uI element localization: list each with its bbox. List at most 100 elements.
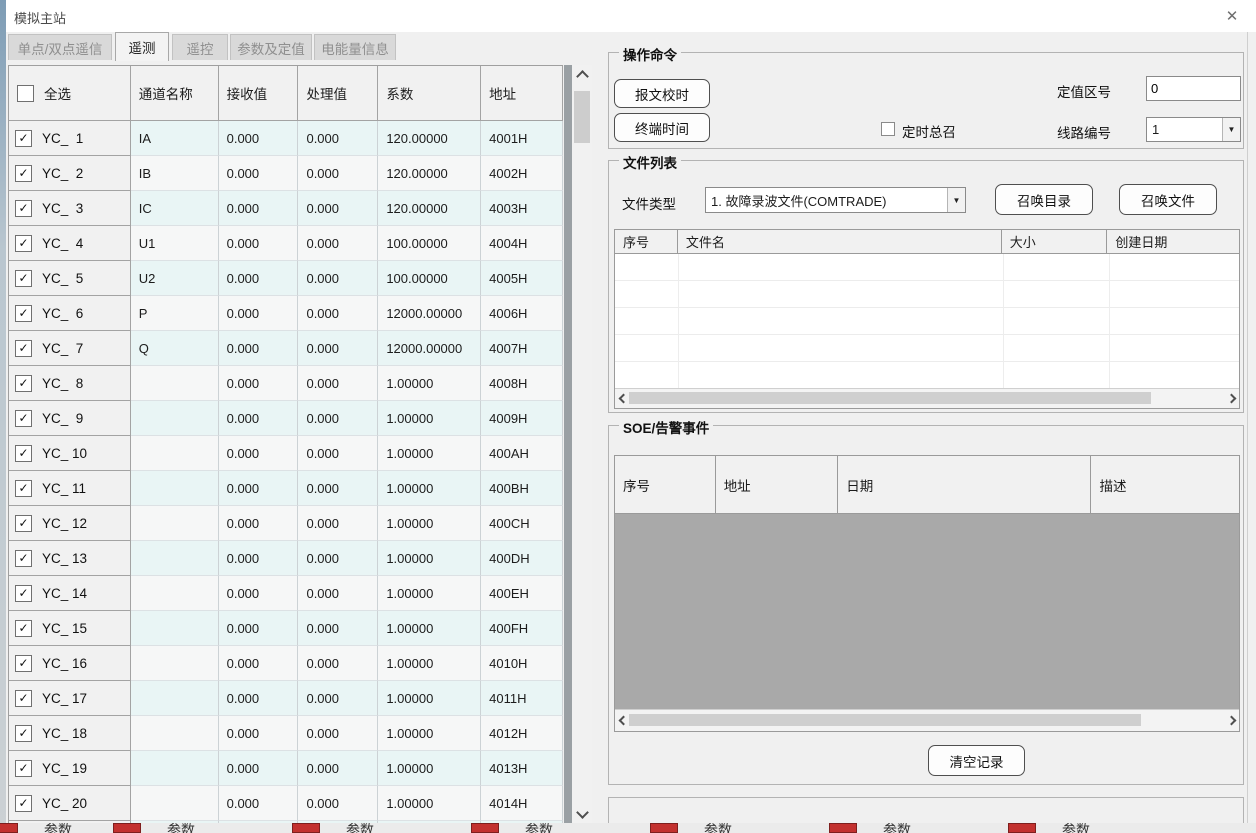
cell-coefficient: 12000.00000 xyxy=(378,296,481,331)
row-select-cell: ✓YC_ 13 xyxy=(9,541,131,576)
tab-single-double-yx[interactable]: 单点/双点遥信 xyxy=(8,34,112,60)
row-label: YC_ 19 xyxy=(42,761,87,776)
hscrollbar-thumb[interactable] xyxy=(629,392,1151,404)
vertical-scrollbar[interactable] xyxy=(572,65,592,823)
fixed-zone-input[interactable] xyxy=(1146,76,1241,101)
row-select-cell: ✓YC_ 7 xyxy=(9,331,131,366)
cell-processed-value: 0.000 xyxy=(298,156,378,191)
cell-received-value: 0.000 xyxy=(219,331,299,366)
cell-processed-value: 0.000 xyxy=(298,576,378,611)
file-type-select[interactable]: 1. 故障录波文件(COMTRADE) ▼ xyxy=(705,187,966,213)
row-label: YC_ 8 xyxy=(42,376,83,391)
telemetry-table-header: 全选 通道名称 接收值 处理值 系数 地址 xyxy=(9,66,563,121)
row-checkbox[interactable]: ✓ xyxy=(15,515,32,532)
call-file-button[interactable]: 召唤文件 xyxy=(1119,184,1217,215)
tab-params-setpoints[interactable]: 参数及定值 xyxy=(230,34,312,60)
call-directory-button[interactable]: 召唤目录 xyxy=(995,184,1093,215)
file-table-body xyxy=(615,254,1239,388)
hscrollbar-thumb[interactable] xyxy=(629,714,1141,726)
scroll-right-icon[interactable] xyxy=(1223,710,1239,731)
table-row: ✓YC_ 140.0000.0001.00000400EH xyxy=(9,576,563,611)
cell-address: 400CH xyxy=(481,506,563,541)
tab-remote-control[interactable]: 遥控 xyxy=(172,34,228,60)
cell-channel-name: P xyxy=(131,296,219,331)
soe-table-hscrollbar[interactable] xyxy=(615,709,1239,731)
window-right-edge xyxy=(1247,32,1248,823)
row-label: YC_ 15 xyxy=(42,621,87,636)
tab-energy-info[interactable]: 电能量信息 xyxy=(314,34,396,60)
row-checkbox[interactable]: ✓ xyxy=(15,480,32,497)
cell-processed-value: 0.000 xyxy=(298,401,378,436)
table-row: ✓YC_ 4U10.0000.000100.000004004H xyxy=(9,226,563,261)
scroll-up-icon[interactable] xyxy=(572,65,592,87)
cell-address: 4006H xyxy=(481,296,563,331)
table-row: ✓YC_ 160.0000.0001.000004010H xyxy=(9,646,563,681)
file-table-header: 序号 文件名 大小 创建日期 xyxy=(615,230,1239,254)
terminal-time-button[interactable]: 终端时间 xyxy=(614,113,710,142)
row-checkbox[interactable]: ✓ xyxy=(15,445,32,462)
row-checkbox[interactable]: ✓ xyxy=(15,340,32,357)
clear-records-button[interactable]: 清空记录 xyxy=(928,745,1025,776)
cell-coefficient: 1.00000 xyxy=(378,366,481,401)
cell-address: 400DH xyxy=(481,541,563,576)
cell-coefficient: 1.00000 xyxy=(378,646,481,681)
row-checkbox[interactable]: ✓ xyxy=(15,305,32,322)
row-checkbox[interactable]: ✓ xyxy=(15,200,32,217)
cell-coefficient: 1.00000 xyxy=(378,611,481,646)
scrollbar-thumb[interactable] xyxy=(574,91,590,143)
cell-channel-name: IC xyxy=(131,191,219,226)
chevron-down-icon[interactable]: ▼ xyxy=(1222,118,1240,141)
soe-header-seq: 序号 xyxy=(615,456,716,513)
row-checkbox[interactable]: ✓ xyxy=(15,760,32,777)
fixed-zone-label: 定值区号 xyxy=(1057,81,1111,101)
soe-table-body xyxy=(615,514,1239,709)
row-checkbox[interactable]: ✓ xyxy=(15,235,32,252)
tab-telemetry[interactable]: 遥测 xyxy=(115,32,169,61)
row-checkbox[interactable]: ✓ xyxy=(15,270,32,287)
row-checkbox[interactable]: ✓ xyxy=(15,165,32,182)
scroll-down-icon[interactable] xyxy=(572,801,592,823)
line-number-select[interactable]: 1 ▼ xyxy=(1146,117,1241,142)
row-checkbox[interactable]: ✓ xyxy=(15,725,32,742)
row-checkbox[interactable]: ✓ xyxy=(15,620,32,637)
cell-channel-name xyxy=(131,576,219,611)
background-params-label: 参数 xyxy=(883,823,911,833)
cell-processed-value: 0.000 xyxy=(298,261,378,296)
cell-received-value: 0.000 xyxy=(219,716,299,751)
title-bar: 模拟主站 ✕ xyxy=(0,0,1256,32)
row-select-cell: ✓ YC_ 19 xyxy=(9,751,131,786)
row-label: YC_ 16 xyxy=(42,656,87,671)
scroll-right-icon[interactable] xyxy=(1223,389,1239,408)
row-label: YC_ 10 xyxy=(42,446,87,461)
row-select-cell: ✓YC_ 11 xyxy=(9,471,131,506)
select-all-checkbox[interactable] xyxy=(17,85,34,102)
close-icon[interactable]: ✕ xyxy=(1220,5,1244,27)
cell-channel-name xyxy=(131,471,219,506)
row-checkbox[interactable]: ✓ xyxy=(15,655,32,672)
cell-received-value: 0.000 xyxy=(219,646,299,681)
row-checkbox[interactable]: ✓ xyxy=(15,550,32,567)
cell-processed-value: 0.000 xyxy=(298,331,378,366)
row-checkbox[interactable]: ✓ xyxy=(15,410,32,427)
message-time-sync-button[interactable]: 报文校时 xyxy=(614,79,710,108)
row-checkbox[interactable]: ✓ xyxy=(15,690,32,707)
cell-channel-name: U1 xyxy=(131,226,219,261)
chevron-down-icon[interactable]: ▼ xyxy=(947,188,965,212)
background-window-strip: 参数参数参数参数参数参数参数 xyxy=(0,823,1256,833)
timed-general-call-checkbox[interactable] xyxy=(881,122,895,136)
cell-received-value: 0.000 xyxy=(219,226,299,261)
row-select-cell: ✓YC_ 18 xyxy=(9,716,131,751)
file-type-value: 1. 故障录波文件(COMTRADE) xyxy=(706,191,947,210)
row-checkbox[interactable]: ✓ xyxy=(15,375,32,392)
row-checkbox[interactable]: ✓ xyxy=(15,130,32,147)
row-checkbox[interactable]: ✓ xyxy=(15,585,32,602)
cell-processed-value: 0.000 xyxy=(298,786,378,821)
cell-processed-value: 0.000 xyxy=(298,681,378,716)
row-checkbox[interactable]: ✓ xyxy=(15,795,32,812)
cell-address: 400EH xyxy=(481,576,563,611)
simulated-master-station-window: 模拟主站 ✕ 单点/双点遥信 遥测 遥控 参数及定值 电能量信息 全选 通道名称… xyxy=(0,0,1256,833)
cell-received-value: 0.000 xyxy=(219,751,299,786)
file-table-hscrollbar[interactable] xyxy=(615,388,1239,408)
cell-channel-name: IB xyxy=(131,156,219,191)
table-row: ✓YC_ 190.0000.0001.000004013H xyxy=(9,751,563,786)
